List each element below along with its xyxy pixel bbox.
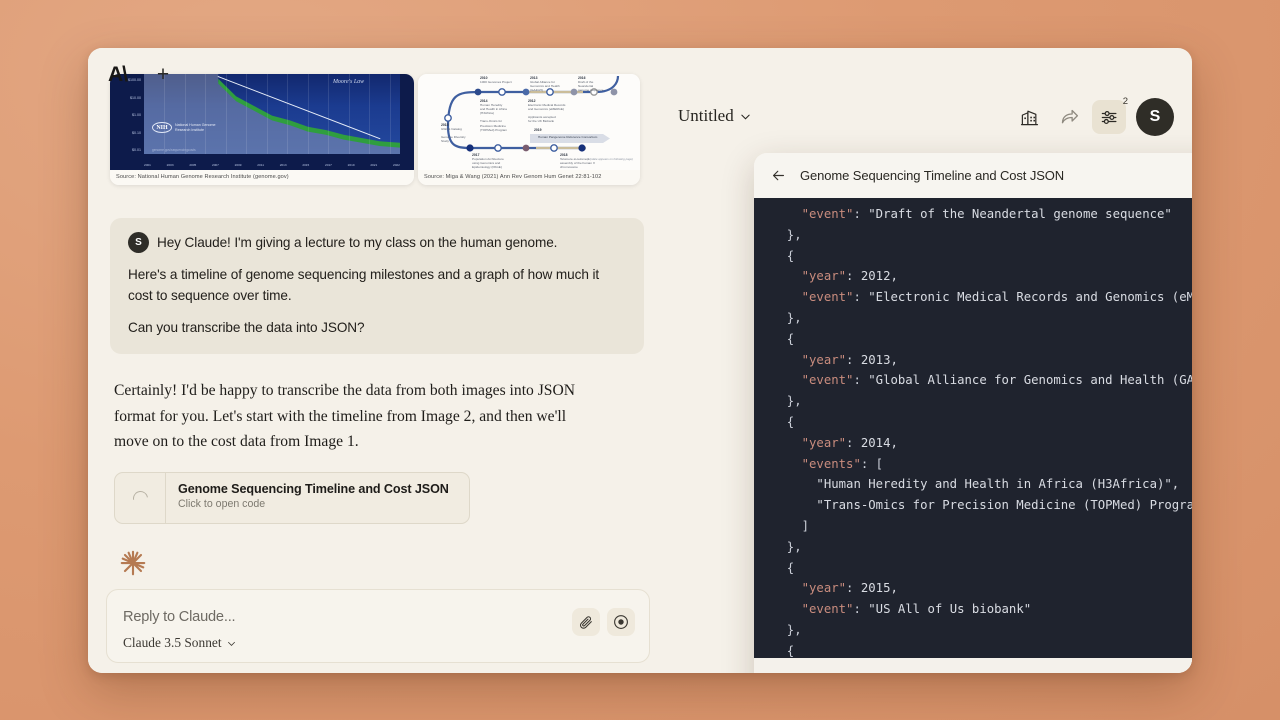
cost-chart-caption: Source: National Human Genome Research I… bbox=[110, 170, 414, 185]
nih-logo-text: National Human GenomeResearch Institute bbox=[175, 123, 216, 132]
document-title[interactable]: Untitled bbox=[678, 106, 751, 126]
timeline-note-2015: 2015GWAS CatalogGenome DiversityStudy bbox=[441, 123, 466, 143]
cost-chart-plot: Moore's Law bbox=[144, 74, 400, 154]
building-icon bbox=[1020, 108, 1039, 127]
code-panel-header: Genome Sequencing Timeline and Cost JSON bbox=[754, 153, 1192, 198]
code-editor-body[interactable]: "event": "Draft of the Neandertal genome… bbox=[754, 198, 1192, 658]
assistant-message: Certainly! I'd be happy to transcribe th… bbox=[110, 378, 644, 583]
timeline-note-2010: 20101000 Genomes Project bbox=[480, 76, 512, 84]
user-message: S Hey Claude! I'm giving a lecture to my… bbox=[110, 218, 644, 354]
moores-law-label: Moore's Law bbox=[333, 79, 364, 85]
share-arrow-icon bbox=[1059, 107, 1080, 128]
starburst-icon bbox=[118, 548, 148, 578]
reply-input-placeholder[interactable]: Reply to Claude... bbox=[123, 609, 235, 625]
cost-chart-x-axis: 20012003200520072009 2011201320152017201… bbox=[144, 163, 400, 167]
artifact-body: Genome Sequencing Timeline and Cost JSON… bbox=[166, 473, 461, 523]
code-panel-title: Genome Sequencing Timeline and Cost JSON bbox=[800, 168, 1188, 183]
profile-avatar[interactable]: S bbox=[1136, 98, 1174, 136]
share-button[interactable] bbox=[1052, 100, 1086, 134]
artifact-subtitle: Click to open code bbox=[178, 498, 449, 510]
timeline-note-2014: 2014Human Heredityand Health in Africa(H… bbox=[480, 99, 507, 132]
loading-spinner-icon bbox=[130, 488, 151, 509]
app-window: $100.00 $10.00 $1.00 $0.10 $0.01 bbox=[88, 48, 1192, 673]
anthropic-logo: A\ bbox=[108, 64, 127, 85]
cost-chart-y-axis: $100.00 $10.00 $1.00 $0.10 $0.01 bbox=[113, 78, 143, 152]
attachment-cost-chart[interactable]: $100.00 $10.00 $1.00 $0.10 $0.01 bbox=[110, 74, 414, 185]
document-title-label: Untitled bbox=[678, 106, 734, 126]
attachment-thumbnails: $100.00 $10.00 $1.00 $0.10 $0.01 bbox=[110, 74, 640, 185]
user-message-line-3: Can you transcribe the data into JSON? bbox=[128, 317, 626, 338]
paperclip-icon bbox=[578, 614, 594, 630]
chevron-down-icon bbox=[227, 639, 236, 648]
model-name-label: Claude 3.5 Sonnet bbox=[123, 635, 222, 651]
conversation-scroll[interactable]: S Hey Claude! I'm giving a lecture to my… bbox=[88, 218, 666, 581]
timeline-page-note: (Update appears on following page) bbox=[587, 157, 633, 161]
timeline-note-2013: 2013Global Alliance forGenomics and Heal… bbox=[530, 76, 560, 92]
sliders-icon bbox=[1100, 108, 1119, 127]
user-message-line-2: Here's a timeline of genome sequencing m… bbox=[128, 264, 626, 306]
voice-record-button[interactable] bbox=[607, 608, 635, 636]
timeline-chart-image: 20101000 Genomes Project 2013Global Alli… bbox=[418, 74, 640, 170]
back-arrow-icon bbox=[770, 167, 787, 184]
artifact-card[interactable]: Genome Sequencing Timeline and Cost JSON… bbox=[114, 472, 470, 524]
user-message-line-1: Hey Claude! I'm giving a lecture to my c… bbox=[128, 232, 626, 253]
nih-logo-mark: NIH bbox=[152, 122, 172, 133]
code-artifact-panel: Genome Sequencing Timeline and Cost JSON… bbox=[754, 153, 1192, 673]
timeline-note-2019: 2019 bbox=[534, 128, 542, 132]
code-content: "event": "Draft of the Neandertal genome… bbox=[754, 198, 1192, 658]
settings-badge-count: 2 bbox=[1123, 96, 1128, 107]
new-chat-button[interactable]: + bbox=[150, 61, 176, 87]
chat-column: $100.00 $10.00 $1.00 $0.10 $0.01 bbox=[88, 48, 666, 673]
timeline-banner-label: Human Pangenome Reference Consortium bbox=[538, 135, 597, 139]
model-selector[interactable]: Claude 3.5 Sonnet bbox=[123, 635, 236, 651]
settings-button[interactable]: 2 bbox=[1092, 100, 1126, 134]
assistant-message-text: Certainly! I'd be happy to transcribe th… bbox=[114, 378, 584, 454]
attach-file-button[interactable] bbox=[572, 608, 600, 636]
organization-button[interactable] bbox=[1012, 100, 1046, 134]
user-avatar: S bbox=[128, 232, 149, 253]
timeline-chart-caption: Source: Miga & Wang (2021) Ann Rev Genom… bbox=[418, 170, 640, 185]
code-back-button[interactable] bbox=[770, 167, 787, 184]
chevron-down-icon bbox=[740, 111, 751, 122]
genome-url-text: genome.gov/sequencingcosts bbox=[152, 148, 196, 152]
artifact-icon-cell bbox=[115, 473, 166, 523]
code-panel-footer: Last edited just now Copy bbox=[754, 658, 1192, 673]
nih-logo: NIH National Human GenomeResearch Instit… bbox=[152, 122, 216, 133]
timeline-note-2012: 2012Electronic Medical Recordsand Genomi… bbox=[528, 99, 565, 124]
timeline-note-2016: 2016Draft of theNeandertalgenome sequenc… bbox=[578, 76, 603, 92]
voice-record-icon bbox=[612, 613, 630, 631]
message-composer[interactable]: Reply to Claude... Claude 3.5 Sonnet bbox=[106, 589, 650, 663]
cost-chart-image: $100.00 $10.00 $1.00 $0.10 $0.01 bbox=[110, 74, 414, 170]
artifact-title: Genome Sequencing Timeline and Cost JSON bbox=[178, 482, 449, 496]
timeline-note-2017: 2017Population Architectureusing Genomic… bbox=[472, 153, 505, 170]
header-toolbar: 2 S bbox=[1012, 98, 1174, 136]
timeline-note-2018: 2018Telomere-to-telomereassembly of the … bbox=[560, 153, 595, 169]
attachment-timeline-chart[interactable]: 20101000 Genomes Project 2013Global Alli… bbox=[418, 74, 640, 185]
